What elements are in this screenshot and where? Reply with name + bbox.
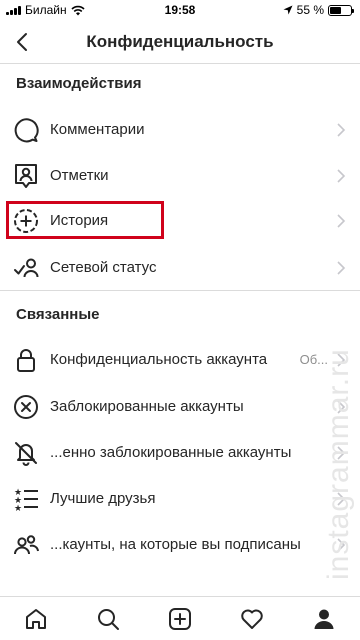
chevron-right-icon: [337, 169, 346, 183]
battery-icon: [328, 4, 354, 16]
home-icon: [26, 609, 46, 629]
location-arrow-icon: [283, 5, 293, 15]
highlight-frame: [6, 201, 164, 239]
blocked-icon: [12, 393, 40, 421]
tab-new-post[interactable]: [166, 605, 194, 633]
activity-heart-icon: [241, 609, 263, 629]
settings-row-following[interactable]: ...каунты, на которые вы подписаны: [0, 523, 360, 567]
tab-search[interactable]: [94, 605, 122, 633]
settings-row-muted[interactable]: ...енно заблокированные аккаунты: [0, 431, 360, 475]
profile-icon: [314, 609, 334, 629]
settings-row-label: ...каунты, на которые вы подписаны: [50, 536, 301, 553]
comment-icon: [12, 116, 40, 144]
settings-row-label: Конфиденциальность аккаунта: [50, 351, 268, 368]
nav-header: Конфиденциальность: [0, 20, 360, 64]
battery-percent: 55 %: [296, 3, 324, 17]
settings-row-label: Лучшие друзья: [50, 490, 156, 507]
following-icon: [12, 531, 40, 559]
settings-row-label: ...енно заблокированные аккаунты: [50, 444, 292, 461]
chevron-right-icon: [337, 123, 346, 137]
status-right: 55 %: [283, 3, 354, 17]
new-post-icon: [169, 608, 191, 630]
settings-row-account-privacy[interactable]: Конфиденциальность аккаунта Об...: [0, 338, 360, 382]
settings-row-activity-status[interactable]: Сетевой статус: [0, 246, 360, 290]
settings-row-label: Комментарии: [50, 121, 145, 138]
page-title: Конфиденциальность: [86, 32, 274, 51]
settings-row-label: Отметки: [50, 167, 109, 184]
settings-row-close-friends[interactable]: ★ ★ ★ Лучшие друзья: [0, 477, 360, 521]
bottom-tab-bar: [0, 596, 360, 640]
tab-profile[interactable]: [310, 605, 338, 633]
activity-status-icon: [12, 254, 40, 282]
settings-row-blocked[interactable]: Заблокированные аккаунты: [0, 385, 360, 429]
lock-icon: [12, 346, 40, 374]
tag-person-icon: [12, 162, 40, 190]
search-icon: [98, 609, 119, 630]
tab-home[interactable]: [22, 605, 50, 633]
watermark: instagrammar.ru: [322, 348, 355, 580]
status-bar: Билайн 19:58 55 %: [0, 0, 360, 20]
settings-row-comments[interactable]: Комментарии: [0, 108, 360, 152]
chevron-right-icon: [337, 214, 346, 228]
section-divider: [0, 290, 360, 291]
close-friends-icon: ★ ★ ★: [12, 485, 40, 513]
chevron-right-icon: [337, 261, 346, 275]
settings-row-label: Заблокированные аккаунты: [50, 398, 244, 415]
settings-row-tags[interactable]: Отметки: [0, 154, 360, 198]
section-title-interactions: Взаимодействия: [16, 75, 142, 92]
svg-text:★: ★: [14, 504, 22, 512]
section-title-connections: Связанные: [16, 306, 100, 323]
muted-bell-icon: [12, 439, 40, 467]
settings-row-label: Сетевой статус: [50, 259, 157, 276]
tab-activity[interactable]: [238, 605, 266, 633]
